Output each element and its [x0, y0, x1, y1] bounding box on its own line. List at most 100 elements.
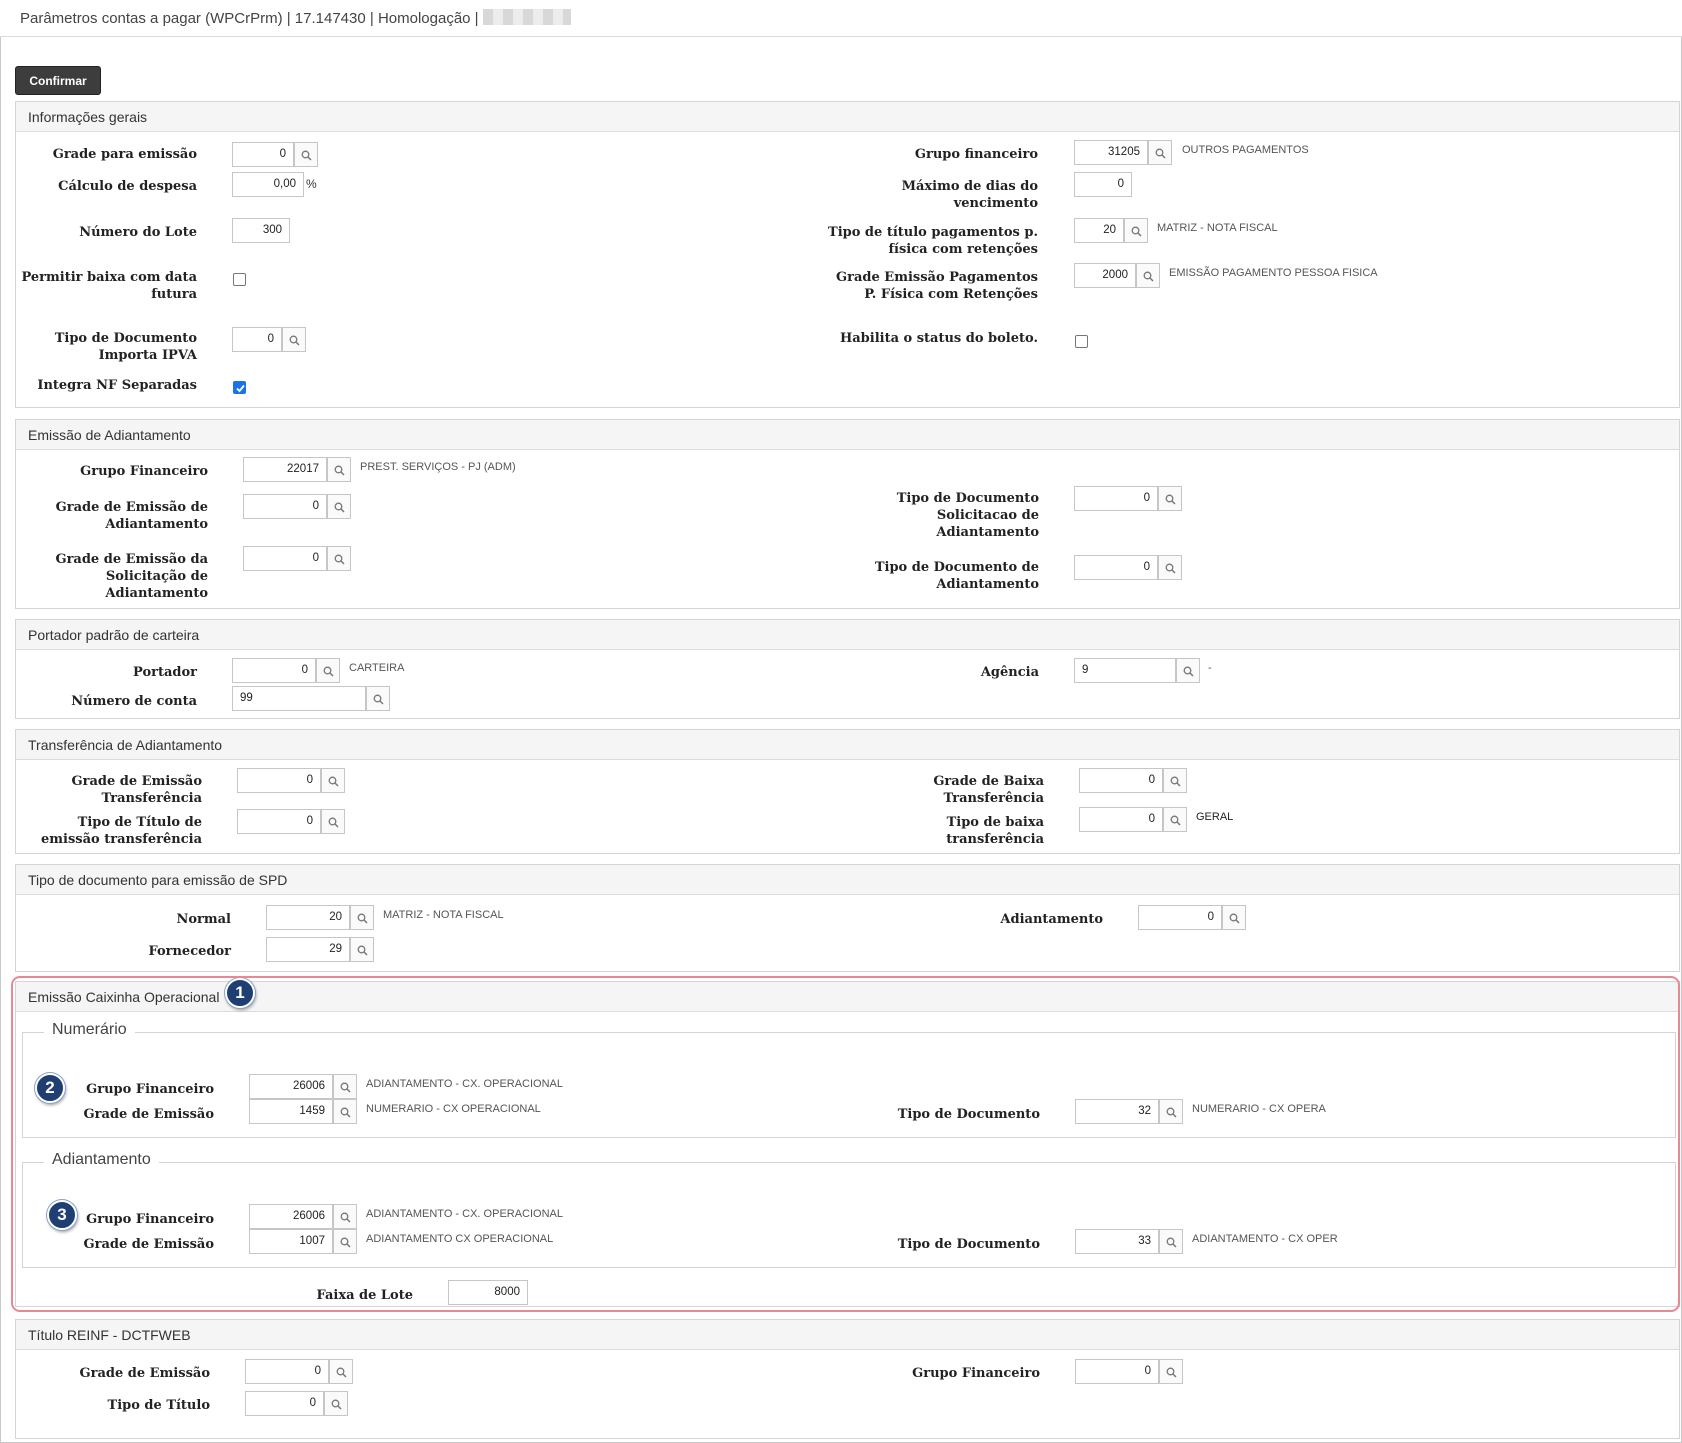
search-icon	[1170, 815, 1181, 826]
grupo-financeiro-input[interactable]: 31205	[1074, 140, 1148, 165]
grade-emissao-pf-desc: EMISSÃO PAGAMENTO PESSOA FISICA	[1169, 267, 1378, 279]
maximo-dias-input[interactable]: 0	[1074, 172, 1132, 197]
transf-tipo-baixa-search-button[interactable]	[1163, 807, 1187, 832]
calculo-despesa-input[interactable]: 0,00	[232, 172, 304, 197]
search-icon	[1183, 666, 1194, 677]
label-reinf-grade-emissao: Grade de Emissão	[79, 1366, 210, 1381]
panel-header: Informações gerais	[16, 102, 1679, 132]
confirm-button[interactable]: Confirmar	[15, 66, 101, 95]
search-icon	[301, 150, 312, 161]
agencia-input[interactable]: 9	[1074, 658, 1176, 683]
adiant-grupo-financeiro-desc: PREST. SERVIÇOS - PJ (ADM)	[360, 461, 516, 473]
transf-grade-baixa-input[interactable]: 0	[1079, 768, 1163, 793]
label-spd-adiantamento: Adiantamento	[1000, 912, 1103, 927]
transf-tipo-baixa-input[interactable]: 0	[1079, 807, 1163, 832]
adiant-tipo-doc-adiantamento-search-button[interactable]	[1158, 555, 1182, 580]
permitir-baixa-checkbox[interactable]	[233, 273, 246, 286]
title-bar: Parâmetros contas a pagar (WPCrPrm) | 17…	[0, 0, 1682, 37]
grade-emissao-search-button[interactable]	[294, 142, 318, 167]
label-portador: Portador	[133, 665, 197, 680]
adiant-tipo-doc-solicitacao-search-button[interactable]	[1158, 486, 1182, 511]
grade-emissao-input[interactable]: 0	[232, 142, 294, 167]
integra-nf-checkbox[interactable]	[233, 381, 246, 394]
percent-unit: %	[306, 177, 317, 191]
tipo-titulo-pf-search-button[interactable]	[1124, 218, 1148, 243]
transf-grade-emissao-input[interactable]: 0	[237, 768, 321, 793]
adiant-tipo-doc-solicitacao-input[interactable]: 0	[1074, 486, 1158, 511]
search-icon	[334, 554, 345, 565]
label-spd-normal: Normal	[176, 912, 231, 927]
label-adiant-grade-solicitacao: Grade de Emissão da Solicitação de Adian…	[55, 552, 208, 601]
transf-tipo-titulo-search-button[interactable]	[321, 809, 345, 834]
transf-tipo-titulo-input[interactable]: 0	[237, 809, 321, 834]
spd-adiantamento-input[interactable]: 0	[1138, 905, 1222, 930]
grade-emissao-pf-search-button[interactable]	[1136, 263, 1160, 288]
search-icon	[1143, 271, 1154, 282]
reinf-grade-emissao-input[interactable]: 0	[245, 1359, 329, 1384]
grupo-financeiro-search-button[interactable]	[1148, 140, 1172, 165]
numero-conta-search-button[interactable]	[366, 686, 390, 711]
label-spd-fornecedor: Fornecedor	[148, 944, 231, 959]
numero-conta-input[interactable]: 99	[232, 686, 366, 711]
search-icon	[1165, 563, 1176, 574]
panel-header: Transferência de Adiantamento	[16, 730, 1679, 760]
grupo-financeiro-desc: OUTROS PAGAMENTOS	[1182, 144, 1309, 156]
label-transf-grade-emissao: Grade de Emissão Transferência	[71, 774, 202, 806]
spd-fornecedor-input[interactable]: 29	[266, 937, 350, 962]
adiant-grade-solicitacao-search-button[interactable]	[327, 546, 351, 571]
label-habilita-boleto: Habilita o status do boleto.	[839, 331, 1038, 346]
spd-adiantamento-search-button[interactable]	[1222, 905, 1246, 930]
panel-header: Emissão de Adiantamento	[16, 420, 1679, 450]
label-numero-lote: Número do Lote	[79, 225, 197, 240]
reinf-grupo-financeiro-search-button[interactable]	[1159, 1359, 1183, 1384]
label-calculo-despesa: Cálculo de despesa	[58, 179, 197, 194]
reinf-tipo-titulo-search-button[interactable]	[324, 1391, 348, 1416]
tipo-doc-ipva-input[interactable]: 0	[232, 327, 282, 352]
adiant-grade-solicitacao-input[interactable]: 0	[243, 546, 327, 571]
adiant-grade-emissao-search-button[interactable]	[327, 494, 351, 519]
panel-title: Tipo de documento para emissão de SPD	[28, 872, 288, 888]
panel-title: Portador padrão de carteira	[28, 627, 200, 643]
transf-tipo-baixa-desc: GERAL	[1196, 811, 1234, 823]
search-icon	[1166, 1367, 1177, 1378]
label-integra-nf: Integra NF Separadas	[37, 378, 197, 393]
label-agencia: Agência	[980, 665, 1039, 680]
label-transf-tipo-titulo: Tipo de Título de emissão transferência	[41, 815, 202, 847]
label-grade-emissao-pf: Grade Emissão Pagamentos P. Física com R…	[836, 270, 1038, 302]
adiant-tipo-doc-adiantamento-input[interactable]: 0	[1074, 555, 1158, 580]
panel-title: Título REINF - DCTFWEB	[28, 1327, 191, 1343]
label-adiant-tipo-doc-solicitacao: Tipo de Documento Solicitacao de Adianta…	[896, 491, 1039, 540]
search-icon	[331, 1399, 342, 1410]
adiant-grupo-financeiro-search-button[interactable]	[327, 457, 351, 482]
tipo-titulo-pf-input[interactable]: 20	[1074, 218, 1124, 243]
adiant-grupo-financeiro-input[interactable]: 22017	[243, 457, 327, 482]
numero-lote-input[interactable]: 300	[232, 218, 290, 243]
reinf-grade-emissao-search-button[interactable]	[329, 1359, 353, 1384]
spd-normal-search-button[interactable]	[350, 905, 374, 930]
agencia-search-button[interactable]	[1176, 658, 1200, 683]
search-icon	[328, 817, 339, 828]
portador-search-button[interactable]	[316, 658, 340, 683]
search-icon	[289, 335, 300, 346]
adiant-grade-emissao-input[interactable]: 0	[243, 494, 327, 519]
habilita-boleto-checkbox[interactable]	[1075, 335, 1088, 348]
search-icon	[334, 465, 345, 476]
label-reinf-grupo-financeiro: Grupo Financeiro	[912, 1366, 1040, 1381]
spd-fornecedor-search-button[interactable]	[350, 937, 374, 962]
transf-grade-baixa-search-button[interactable]	[1163, 768, 1187, 793]
reinf-tipo-titulo-input[interactable]: 0	[245, 1391, 324, 1416]
portador-input[interactable]: 0	[232, 658, 316, 683]
reinf-grupo-financeiro-input[interactable]: 0	[1075, 1359, 1159, 1384]
panel-title: Emissão de Adiantamento	[28, 427, 191, 443]
search-icon	[357, 913, 368, 924]
transf-grade-emissao-search-button[interactable]	[321, 768, 345, 793]
search-icon	[1170, 776, 1181, 787]
label-adiant-tipo-doc-adiantamento: Tipo de Documento de Adiantamento	[874, 560, 1039, 592]
grade-emissao-pf-input[interactable]: 2000	[1074, 263, 1136, 288]
highlight-frame	[11, 976, 1680, 1312]
search-icon	[373, 694, 384, 705]
tipo-doc-ipva-search-button[interactable]	[282, 327, 306, 352]
panel-spd: Tipo de documento para emissão de SPD	[15, 864, 1680, 972]
spd-normal-input[interactable]: 20	[266, 905, 350, 930]
check-icon	[236, 384, 245, 393]
